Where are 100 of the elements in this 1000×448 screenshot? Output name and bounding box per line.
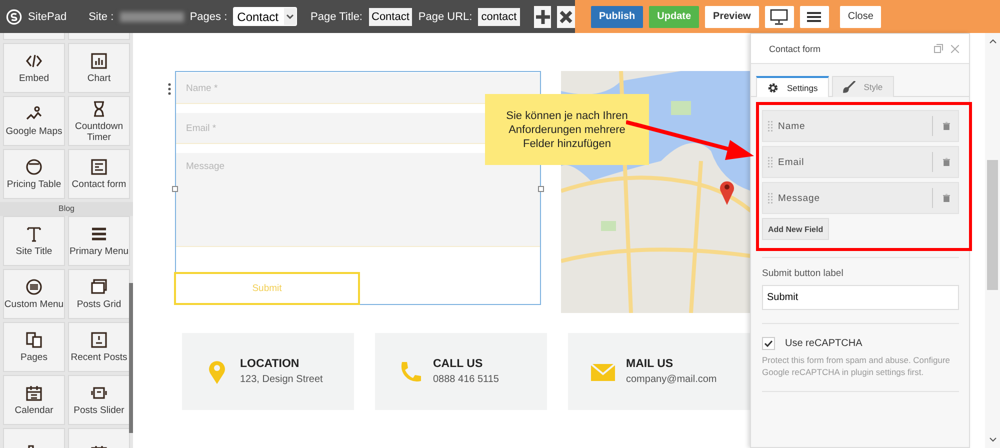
widget-icon [90,158,108,176]
drag-handle-icon[interactable] [768,156,773,168]
trash-icon[interactable] [943,122,950,130]
widget-label: Chart [87,73,111,84]
scrollbar-thumb[interactable] [129,283,133,433]
app-name: SitePad [28,10,67,22]
redacted-site-name [120,12,184,22]
scrollbar-thumb[interactable] [987,160,998,290]
close-button[interactable]: Close [840,6,882,28]
widget-icon [90,384,108,402]
x-icon [559,10,574,24]
trash-icon[interactable] [943,194,950,202]
card-title: MAIL US [626,358,674,370]
trash-icon[interactable] [943,158,950,166]
map-pin-icon [719,179,735,205]
widget-label: Posts Grid [76,299,122,310]
widget-icon [90,278,108,296]
resize-handle[interactable] [538,186,544,192]
field-row[interactable]: Name [762,110,959,142]
delete-page-button[interactable] [557,6,576,28]
widget-label: Google Maps [6,126,62,137]
checkbox[interactable] [762,337,775,350]
field-name: Email [778,156,806,168]
panel-title: Contact form [769,44,822,54]
scroll-up-icon[interactable] [988,39,996,44]
logo-icon [6,6,22,26]
widget-tile[interactable]: Pricing Table [3,149,65,199]
widget-label: Embed [18,73,50,84]
menu-icon [807,10,822,22]
widget-tile[interactable]: Recent Posts [68,322,130,372]
section-header: Blog [0,202,133,216]
resize-handle[interactable] [172,186,178,192]
widget-label: Calendar [14,405,54,416]
widget-tile[interactable]: Contact form [68,149,130,199]
page-title-label: Page Title: [310,10,362,22]
message-field[interactable]: Message [176,153,540,247]
widget-icon [25,384,43,402]
widget-tile[interactable] [3,33,65,40]
checkbox-label: Use reCAPTCHA [785,338,862,349]
scroll-down-icon[interactable] [988,437,996,442]
add-page-button[interactable] [534,6,552,28]
widget-icon [25,52,43,70]
desktop-view-button[interactable] [764,6,794,28]
field-name: Name [778,120,806,132]
checkmark-icon [764,340,773,347]
panel-tab[interactable]: Settings [756,76,829,97]
menu-button[interactable] [800,6,829,28]
widget-label: Site Title [16,246,52,257]
page-title-field[interactable]: Contact [368,8,412,26]
gear-icon [767,82,779,94]
toolbar-button[interactable]: Preview [705,6,759,28]
widget-icon [90,52,108,70]
drag-handle-icon[interactable] [168,83,171,95]
card-text: 123, Design Street [240,374,323,385]
close-icon[interactable] [951,44,959,52]
drag-handle-icon[interactable] [768,120,773,132]
toolbar-button[interactable]: Publish [591,6,644,28]
widget-tile[interactable]: Chart [68,43,130,93]
brush-icon [842,81,856,93]
pages-label: Pages : [190,10,228,22]
field-row[interactable]: Email [762,146,959,178]
widget-label: Pages [20,352,48,363]
field-row[interactable]: Message [762,182,959,214]
widget-icon [25,278,43,296]
card-title: CALL US [433,358,484,370]
widget-label: Recent Posts [70,352,128,363]
add-field-button[interactable]: Add New Field [762,218,830,240]
help-text: Protect this form from spam and abuse. Configure Google reCAPTCHA in plugin settings first. [762,355,952,378]
widget-label: Primary Menu [69,246,129,257]
widget-tile[interactable]: Countdown Timer [68,96,130,146]
widget-icon [25,225,43,243]
widget-tile[interactable]: Google Maps [3,96,65,146]
drag-handle-icon[interactable] [768,192,773,204]
card-text: company@mail.com [626,374,717,385]
widget-tile[interactable]: Posts Grid [68,269,130,319]
widget-tile[interactable]: Calendar [3,375,65,425]
caret-icon [286,14,294,19]
field-name: Message [778,192,822,204]
widget-label: Custom Menu [4,299,64,310]
widget-tile[interactable]: Embed [3,43,65,93]
widget-icon [25,158,43,176]
widget-tile[interactable]: Posts Slider [68,375,130,425]
widget-label: Countdown Timer [74,120,124,142]
widget-tile[interactable]: Primary Menu [68,216,130,266]
widget-icon [25,331,43,349]
widget-tile[interactable] [68,33,130,40]
widget-tile[interactable]: Custom Menu [3,269,65,319]
widget-tile[interactable]: Pages [3,322,65,372]
widget-icon [90,225,108,243]
card-text: 0888 416 5115 [433,374,499,385]
widget-label: Posts Slider [74,405,124,416]
plus-icon [534,8,551,24]
pages-dropdown[interactable]: Contact [233,7,297,26]
widget-tile[interactable]: Site Title [3,216,65,266]
submit-label-field[interactable]: Submit [762,285,959,310]
page-url-field[interactable]: contact [478,8,520,26]
popout-icon[interactable] [934,44,943,53]
field-label: Submit button label [762,268,844,279]
text-field[interactable]: Name * [176,73,540,104]
widget-label: Pricing Table [6,179,62,190]
